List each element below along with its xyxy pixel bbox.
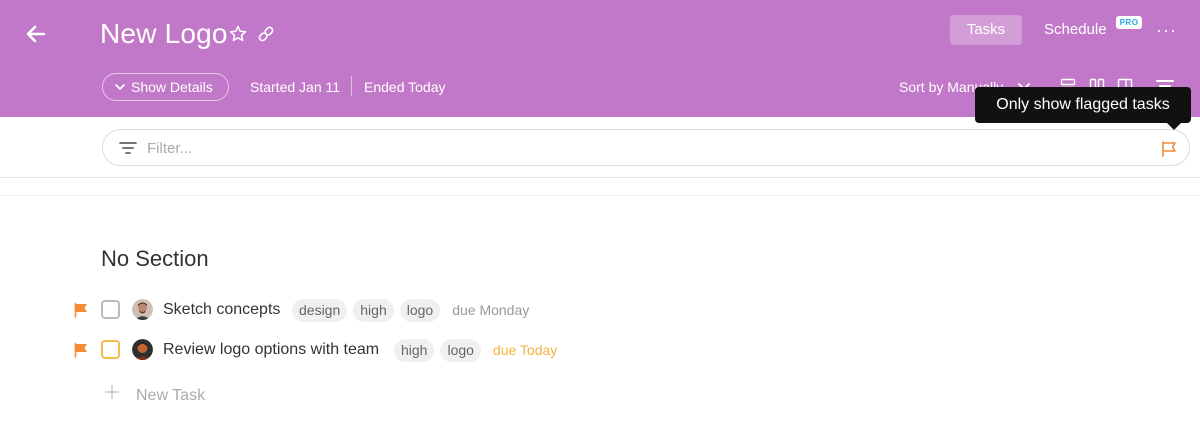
tag[interactable]: design — [292, 299, 348, 322]
star-icon[interactable] — [228, 24, 248, 44]
link-icon[interactable] — [256, 24, 276, 44]
flag-icon[interactable] — [1160, 140, 1178, 158]
avatar — [132, 339, 153, 360]
flag-icon[interactable] — [73, 342, 89, 358]
more-options-button[interactable]: ··· — [1156, 20, 1177, 40]
filter-input[interactable] — [147, 136, 1127, 160]
filter-bar — [102, 129, 1190, 166]
tag[interactable]: high — [353, 299, 394, 322]
tag[interactable]: logo — [440, 339, 481, 362]
show-details-button[interactable]: Show Details — [102, 73, 229, 101]
page-title: New Logo — [100, 18, 228, 49]
task-row[interactable]: Review logo options with team high logo … — [0, 335, 1200, 365]
new-task-label: New Task — [136, 387, 206, 404]
tab-tasks[interactable]: Tasks — [950, 15, 1022, 45]
chevron-down-icon — [115, 84, 125, 90]
due-date: due Monday — [452, 302, 530, 318]
due-date: due Today — [492, 342, 558, 358]
filter-icon — [119, 142, 137, 154]
pro-badge: PRO — [1116, 16, 1142, 29]
flagged-tooltip: Only show flagged tasks — [975, 87, 1191, 123]
flag-icon[interactable] — [73, 302, 89, 318]
task-tags: design high logo due Monday — [292, 299, 529, 322]
avatar — [132, 299, 153, 320]
show-details-label: Show Details — [131, 79, 213, 95]
tooltip-arrow — [1167, 123, 1181, 130]
tag[interactable]: high — [394, 339, 435, 362]
new-task-button[interactable]: New Task — [0, 380, 400, 410]
section-title: No Section — [101, 246, 209, 271]
task-name[interactable]: Sketch concepts — [163, 300, 280, 320]
back-arrow-icon[interactable] — [22, 20, 50, 48]
task-tags: high logo due Today — [394, 339, 557, 362]
task-checkbox[interactable] — [101, 340, 120, 359]
divider — [0, 195, 1200, 196]
header-divider — [351, 76, 352, 96]
task-checkbox[interactable] — [101, 300, 120, 319]
ended-date: Ended Today — [364, 79, 446, 95]
started-date: Started Jan 11 — [250, 79, 341, 95]
task-row[interactable]: Sketch concepts design high logo due Mon… — [0, 295, 1200, 325]
plus-icon — [105, 385, 119, 399]
divider — [0, 177, 1200, 178]
tag[interactable]: logo — [399, 299, 441, 322]
task-name[interactable]: Review logo options with team — [163, 340, 379, 360]
tab-schedule[interactable]: Schedule — [1044, 15, 1107, 45]
